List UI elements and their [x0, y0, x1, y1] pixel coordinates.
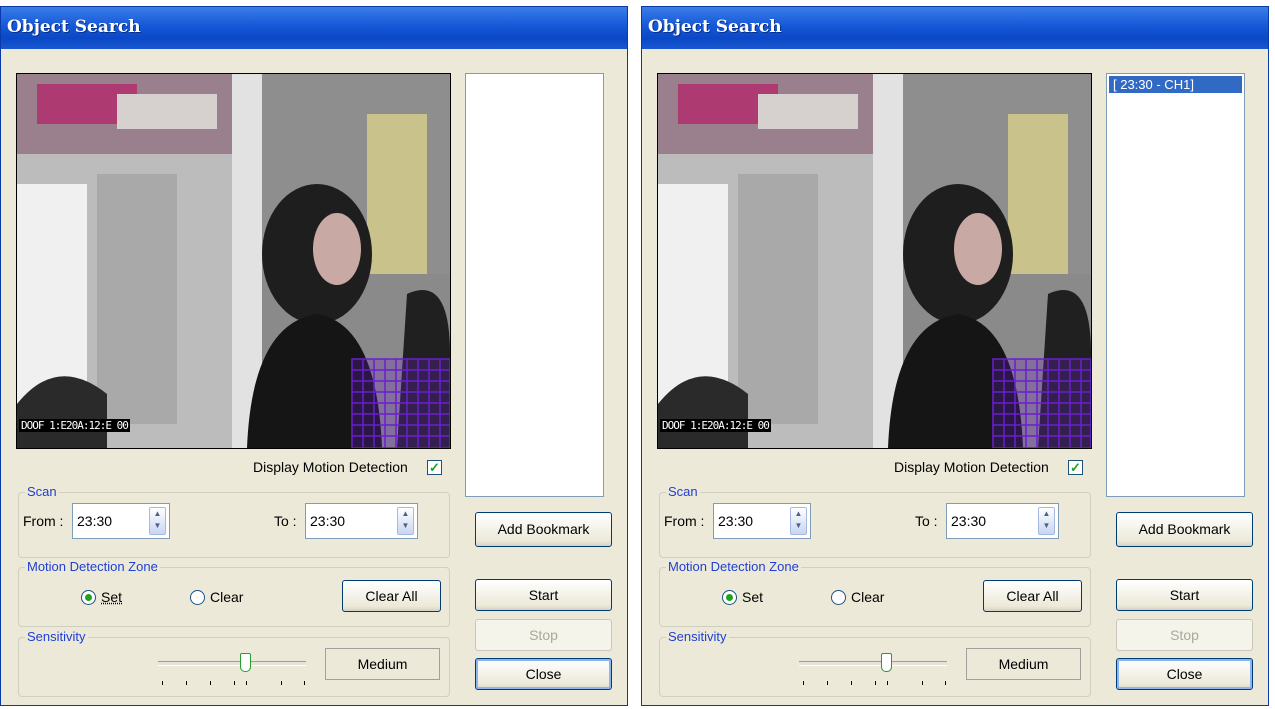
bookmark-list[interactable]	[465, 73, 604, 497]
add-bookmark-button[interactable]: Add Bookmark	[475, 512, 612, 547]
slider-tick	[803, 681, 804, 685]
display-motion-checkbox[interactable]: ✓	[427, 460, 442, 475]
scan-legend: Scan	[25, 484, 59, 499]
from-label: From :	[23, 513, 64, 529]
slider-tick	[186, 681, 187, 685]
to-label: To :	[915, 513, 938, 529]
slider-tick	[945, 681, 946, 685]
window-title: Object Search	[7, 17, 141, 37]
video-timestamp: DOOF 1:E20A:12:E 00	[660, 419, 771, 432]
clear-all-button[interactable]: Clear All	[342, 580, 441, 612]
stop-button[interactable]: Stop	[1116, 619, 1253, 651]
slider-tick	[281, 681, 282, 685]
clear-label[interactable]: Clear	[851, 589, 884, 605]
clear-radio[interactable]	[831, 590, 846, 605]
object-search-dialog-2: Object Search DOOF 1:E20A:12:E 00 [23:3…	[641, 6, 1269, 706]
motion-zone-legend: Motion Detection Zone	[25, 559, 160, 574]
sensitivity-group: Sensitivity Medium	[659, 629, 1091, 697]
sensitivity-value: Medium	[966, 648, 1081, 680]
to-label: To :	[274, 513, 297, 529]
clear-radio[interactable]	[190, 590, 205, 605]
from-time-spinner[interactable]: 23:30 ▲ ▼	[72, 503, 170, 539]
start-button[interactable]: Start	[1116, 579, 1253, 611]
set-radio[interactable]	[81, 590, 96, 605]
start-button[interactable]: Start	[475, 579, 612, 611]
set-label[interactable]: Set	[742, 589, 763, 605]
set-radio[interactable]	[722, 590, 737, 605]
updown-icon[interactable]: ▲ ▼	[397, 507, 414, 535]
display-motion-checkbox[interactable]: ✓	[1068, 460, 1083, 475]
stop-button[interactable]: Stop	[475, 619, 612, 651]
updown-icon[interactable]: ▲ ▼	[149, 507, 166, 535]
to-time-value: 23:30	[951, 513, 987, 529]
sensitivity-legend: Sensitivity	[666, 629, 729, 644]
slider-tick	[875, 681, 876, 685]
close-button[interactable]: Close	[475, 658, 612, 690]
to-time-value: 23:30	[310, 513, 346, 529]
from-time-value: 23:30	[77, 513, 113, 529]
slider-tick	[851, 681, 852, 685]
set-label[interactable]: Set	[101, 589, 122, 605]
from-label: From :	[664, 513, 705, 529]
video-preview[interactable]: DOOF 1:E20A:12:E 00	[16, 73, 451, 449]
bookmark-list-item[interactable]: [ 23:30 - CH1]	[1109, 76, 1242, 93]
motion-zone-group: Motion Detection Zone Set Clear Clear Al…	[18, 559, 450, 627]
close-button[interactable]: Close	[1116, 658, 1253, 690]
slider-tick	[162, 681, 163, 685]
updown-icon[interactable]: ▲ ▼	[1038, 507, 1055, 535]
title-bar[interactable]: Object Search	[1, 7, 627, 49]
slider-tick	[304, 681, 305, 685]
clear-all-button[interactable]: Clear All	[983, 580, 1082, 612]
clear-label[interactable]: Clear	[210, 589, 243, 605]
slider-tick	[210, 681, 211, 685]
sensitivity-legend: Sensitivity	[25, 629, 88, 644]
add-bookmark-button[interactable]: Add Bookmark	[1116, 512, 1253, 547]
motion-zone-group: Motion Detection Zone Set Clear Clear Al…	[659, 559, 1091, 627]
slider-tick	[234, 681, 235, 685]
sensitivity-value: Medium	[325, 648, 440, 680]
display-motion-label: Display Motion Detection	[253, 459, 408, 475]
sensitivity-thumb[interactable]	[240, 653, 251, 672]
display-motion-label: Display Motion Detection	[894, 459, 1049, 475]
scan-group: Scan From : 23:30 ▲ ▼ To : 23:30 ▲ ▼	[18, 484, 450, 558]
window-title: Object Search	[648, 17, 782, 37]
to-time-spinner[interactable]: 23:30 ▲ ▼	[946, 503, 1059, 539]
slider-tick	[922, 681, 923, 685]
updown-icon[interactable]: ▲ ▼	[790, 507, 807, 535]
from-time-value: 23:30	[718, 513, 754, 529]
motion-zone-legend: Motion Detection Zone	[666, 559, 801, 574]
video-timestamp: DOOF 1:E20A:12:E 00	[19, 419, 130, 432]
video-preview[interactable]: DOOF 1:E20A:12:E 00	[657, 73, 1092, 449]
to-time-spinner[interactable]: 23:30 ▲ ▼	[305, 503, 418, 539]
scan-group: Scan From : 23:30 ▲ ▼ To : 23:30 ▲ ▼	[659, 484, 1091, 558]
title-bar[interactable]: Object Search	[642, 7, 1268, 49]
bookmark-list[interactable]: [ 23:30 - CH1]	[1106, 73, 1245, 497]
slider-tick	[246, 681, 247, 685]
from-time-spinner[interactable]: 23:30 ▲ ▼	[713, 503, 811, 539]
slider-tick	[887, 681, 888, 685]
sensitivity-track	[799, 661, 947, 666]
slider-tick	[827, 681, 828, 685]
object-search-dialog-1: Object Search DOOF 1:E20A:12:E 00 Displa…	[0, 6, 628, 706]
sensitivity-thumb[interactable]	[881, 653, 892, 672]
scan-legend: Scan	[666, 484, 700, 499]
sensitivity-group: Sensitivity Medium	[18, 629, 450, 697]
sensitivity-track	[158, 661, 306, 666]
